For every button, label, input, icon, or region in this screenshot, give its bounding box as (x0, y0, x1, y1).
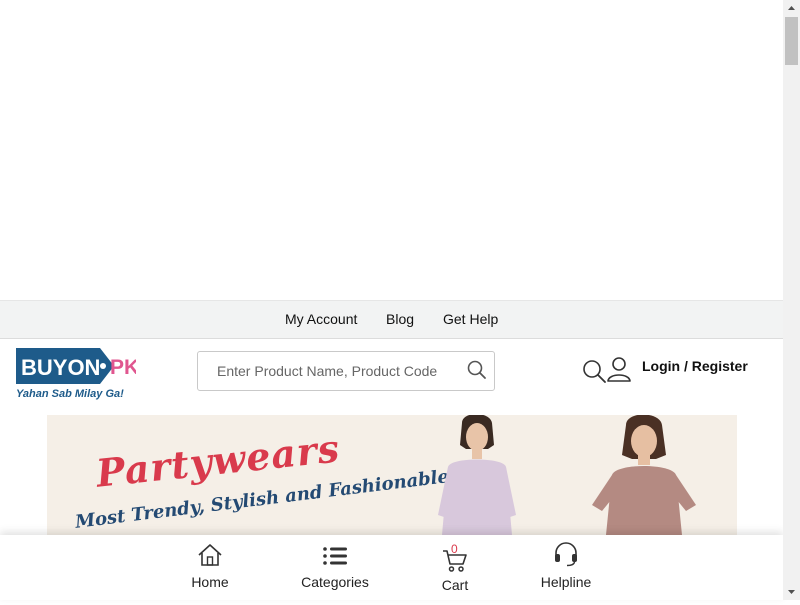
model-image-right (592, 415, 696, 535)
model-image-left (438, 415, 516, 535)
nav-home[interactable]: Home (180, 535, 240, 600)
header-search-icon[interactable] (581, 358, 607, 384)
scroll-down-arrow-icon[interactable] (783, 583, 800, 600)
user-icon[interactable] (606, 355, 632, 383)
scrollbar-thumb[interactable] (785, 17, 798, 65)
my-account-link[interactable]: My Account (285, 311, 357, 327)
nav-home-label: Home (191, 574, 229, 590)
search-box (197, 351, 495, 391)
logo-tag-graphic: BUYON PK (16, 348, 139, 384)
logo-brand-text: BUYON (21, 355, 100, 380)
top-links-bar: My Account Blog Get Help (0, 300, 783, 339)
get-help-link[interactable]: Get Help (443, 311, 498, 327)
nav-cart-label: Cart (441, 577, 469, 593)
search-input[interactable] (198, 352, 460, 390)
scroll-up-arrow-icon[interactable] (783, 0, 800, 17)
cart-count-badge: 0 (451, 542, 458, 556)
blank-content-area (0, 0, 783, 300)
home-icon (198, 544, 222, 566)
site-logo[interactable]: BUYON PK Yahan Sab Milay Ga! (16, 348, 139, 400)
logo-tagline: Yahan Sab Milay Ga! (16, 388, 124, 400)
headset-icon (555, 542, 577, 567)
nav-categories[interactable]: Categories (295, 535, 375, 600)
list-icon (323, 547, 347, 565)
bottom-navigation: Home Categories 0 Cart Helpline (0, 535, 783, 600)
search-icon[interactable] (466, 359, 488, 381)
nav-cart[interactable]: 0 Cart (425, 535, 485, 600)
nav-helpline[interactable]: Helpline (530, 535, 602, 600)
logo-suffix-text: PK (110, 356, 136, 379)
login-register-link[interactable]: Login / Register (642, 358, 748, 374)
blog-link[interactable]: Blog (386, 311, 414, 327)
nav-helpline-label: Helpline (540, 574, 592, 590)
nav-categories-label: Categories (301, 574, 369, 590)
promo-banner[interactable]: Partywears Most Trendy, Stylish and Fash… (47, 415, 737, 535)
vertical-scrollbar[interactable] (783, 0, 800, 600)
